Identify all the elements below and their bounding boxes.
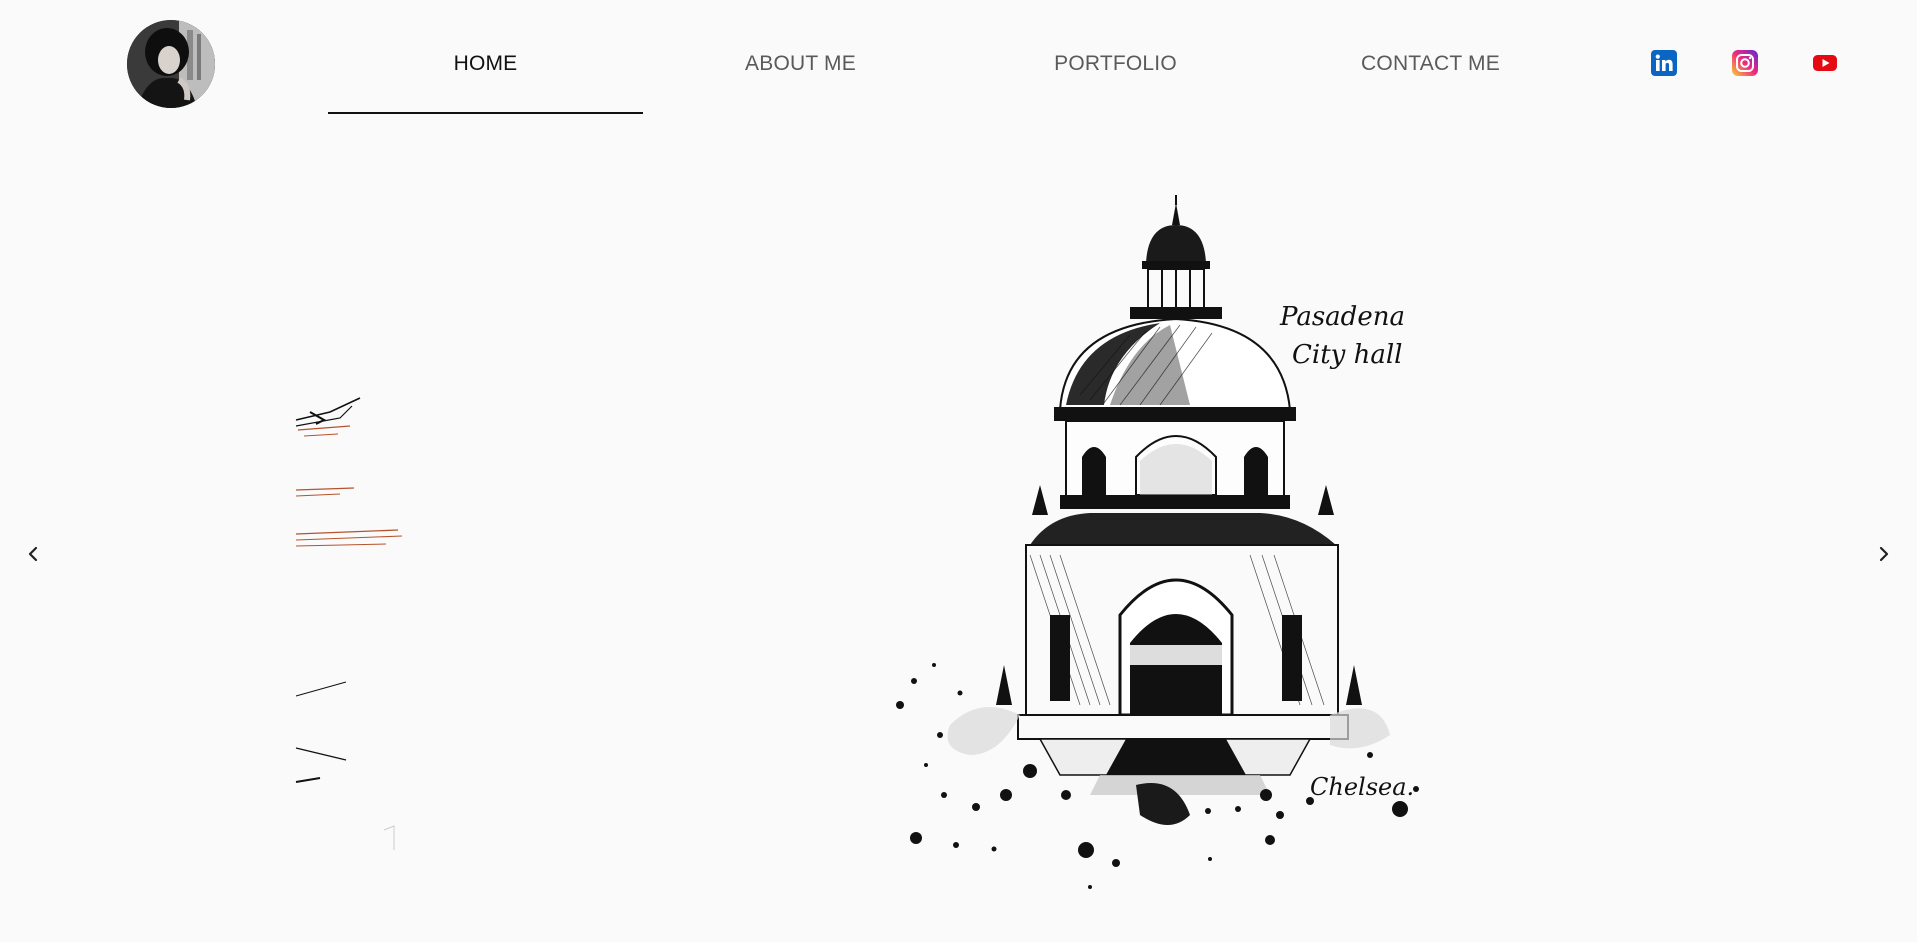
main-nav: HOME ABOUT ME PORTFOLIO CONTACT ME [328,30,1588,114]
artwork-title-line1: Pasadena [1279,302,1405,332]
instagram-icon[interactable] [1732,50,1758,76]
avatar-image [127,20,215,108]
youtube-icon[interactable] [1812,50,1838,76]
artwork-signature: Chelsea. [1310,773,1414,801]
artwork-title-line2: City hall [1292,340,1403,370]
linkedin-icon[interactable] [1651,50,1677,76]
main-artwork: Pasadena City hall Chelsea. [890,195,1450,915]
page: HOME ABOUT ME PORTFOLIO CONTACT ME Pasad… [0,0,1917,942]
chevron-left-icon [28,546,38,562]
nav-home[interactable]: HOME [328,30,643,114]
carousel-prev-button[interactable] [21,542,45,566]
nav-about-me[interactable]: ABOUT ME [643,30,958,114]
nav-contact-me[interactable]: CONTACT ME [1273,30,1588,114]
carousel-next-button[interactable] [1872,542,1896,566]
previous-slide-artwork [290,390,430,860]
avatar[interactable] [127,20,215,108]
chevron-right-icon [1879,546,1889,562]
nav-portfolio[interactable]: PORTFOLIO [958,30,1273,114]
